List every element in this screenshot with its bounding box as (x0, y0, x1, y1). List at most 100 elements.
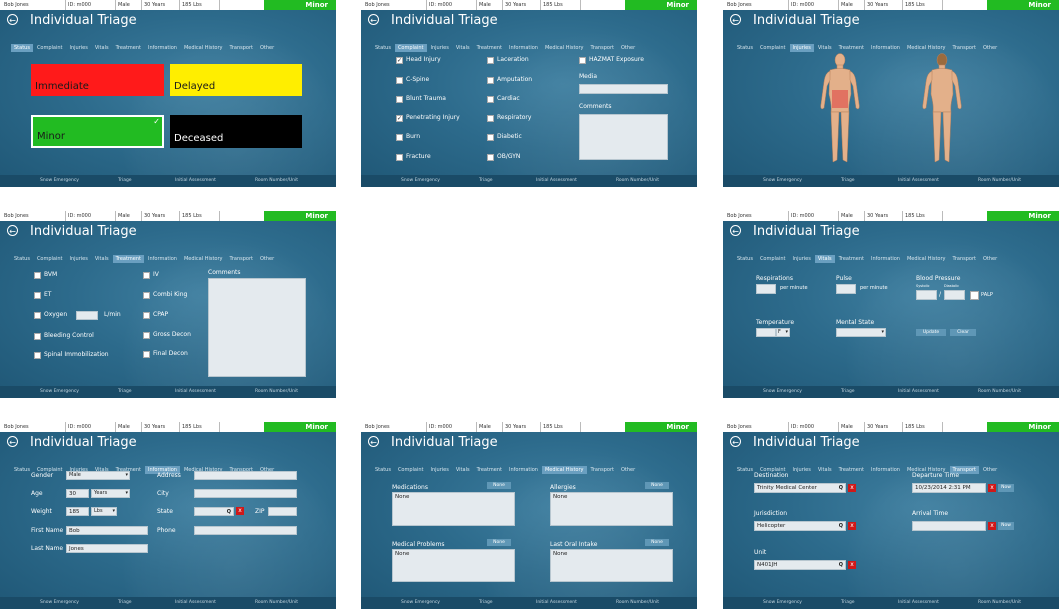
jurisdiction-field[interactable]: Helicopter Q (754, 521, 846, 531)
body-back-figure[interactable] (920, 52, 964, 168)
tab-complaint[interactable]: Complaint (395, 466, 427, 474)
checkbox-combi-king[interactable] (143, 292, 150, 299)
update-button[interactable]: Update (916, 329, 946, 336)
checkbox-penetrating-injury[interactable]: ✓ (396, 115, 403, 122)
oral-intake-none-button[interactable]: None (645, 539, 669, 546)
media-field[interactable] (579, 84, 668, 94)
temperature-unit-dropdown[interactable]: F ▾ (776, 328, 790, 337)
search-icon[interactable]: Q (227, 509, 231, 515)
tile-immediate[interactable]: Immediate (31, 64, 164, 96)
checkbox-final-decon[interactable] (143, 351, 150, 358)
tab-treatment[interactable]: Treatment (836, 44, 867, 52)
arrival-now-button[interactable]: Now (998, 522, 1014, 530)
mental-state-dropdown[interactable]: ▾ (836, 328, 886, 337)
tab-injuries[interactable]: Injuries (67, 44, 91, 52)
clear-destination-button[interactable]: x (848, 484, 856, 492)
systolic-field[interactable] (916, 290, 937, 300)
weight-unit-dropdown[interactable]: Lbs ▾ (91, 507, 117, 516)
back-icon[interactable]: ← (730, 14, 741, 25)
tab-vitals[interactable]: Vitals (815, 44, 835, 52)
tab-complaint[interactable]: Complaint (34, 44, 66, 52)
phone-field[interactable] (194, 526, 297, 535)
checkbox-c-spine[interactable] (396, 77, 403, 84)
tab-treatment[interactable]: Treatment (474, 466, 505, 474)
back-icon[interactable]: ← (730, 225, 741, 236)
clear-button[interactable]: Clear (950, 329, 976, 336)
back-icon[interactable]: ← (730, 436, 741, 447)
checkbox-ob-gyn[interactable] (487, 154, 494, 161)
checkbox-fracture[interactable] (396, 154, 403, 161)
checkbox-laceration[interactable] (487, 57, 494, 64)
state-field[interactable]: Q (194, 507, 234, 516)
tab-injuries[interactable]: Injuries (428, 44, 452, 52)
clear-unit-button[interactable]: x (848, 561, 856, 569)
tab-information[interactable]: Information (868, 255, 903, 263)
checkbox-cardiac[interactable] (487, 96, 494, 103)
back-icon[interactable]: ← (7, 14, 18, 25)
injury-region[interactable] (832, 90, 848, 108)
checkbox-burn[interactable] (396, 134, 403, 141)
search-icon[interactable]: Q (839, 485, 843, 491)
clear-jurisdiction-button[interactable]: x (848, 522, 856, 530)
checkbox-hazmat[interactable] (579, 57, 586, 64)
tab-medical-history[interactable]: Medical History (542, 44, 587, 52)
tab-treatment[interactable]: Treatment (836, 466, 867, 474)
checkbox-palp[interactable] (970, 291, 979, 300)
tab-information[interactable]: Information (868, 466, 903, 474)
first-name-field[interactable]: Bob (66, 526, 148, 535)
tab-transport[interactable]: Transport (950, 255, 979, 263)
checkbox-gross-decon[interactable] (143, 332, 150, 339)
tab-medical-history[interactable]: Medical History (181, 255, 226, 263)
medications-none-button[interactable]: None (487, 482, 511, 489)
zip-field[interactable] (268, 507, 297, 516)
tab-complaint[interactable]: Complaint (34, 255, 66, 263)
tab-transport[interactable]: Transport (227, 255, 256, 263)
checkbox-spinal-immobilization[interactable] (34, 352, 41, 359)
comments-field[interactable] (579, 114, 668, 160)
last-oral-intake-field[interactable]: None (550, 549, 673, 582)
search-icon[interactable]: Q (839, 562, 843, 568)
tab-injuries[interactable]: Injuries (789, 44, 814, 52)
respirations-field[interactable] (756, 284, 776, 294)
allergies-field[interactable]: None (550, 492, 673, 526)
tab-injuries[interactable]: Injuries (790, 255, 814, 263)
temperature-field[interactable] (756, 328, 776, 337)
oxygen-rate-field[interactable] (76, 311, 98, 320)
problems-none-button[interactable]: None (487, 539, 511, 546)
tab-status[interactable]: Status (11, 255, 33, 263)
tab-injuries[interactable]: Injuries (790, 466, 814, 474)
tab-injuries[interactable]: Injuries (67, 255, 91, 263)
tab-vitals[interactable]: Vitals (814, 255, 835, 263)
tab-medical-history[interactable]: Medical History (904, 44, 949, 52)
tab-transport[interactable]: Transport (950, 44, 979, 52)
tab-status[interactable]: Status (372, 466, 394, 474)
address-field[interactable] (194, 471, 297, 480)
tab-treatment[interactable]: Treatment (112, 255, 145, 263)
clear-arrival-button[interactable]: x (988, 522, 996, 530)
tab-information[interactable]: Information (145, 44, 180, 52)
tab-transport[interactable]: Transport (588, 44, 617, 52)
tab-complaint[interactable]: Complaint (757, 44, 789, 52)
checkbox-diabetic[interactable] (487, 134, 494, 141)
tab-status[interactable]: Status (734, 466, 756, 474)
weight-field[interactable]: 185 (66, 507, 89, 516)
tab-treatment[interactable]: Treatment (474, 44, 505, 52)
checkbox-bleeding-control[interactable] (34, 333, 41, 340)
tile-minor[interactable]: Minor ✓ (31, 115, 164, 148)
tab-other[interactable]: Other (980, 255, 1000, 263)
arrival-time-field[interactable] (912, 521, 986, 531)
tab-vitals[interactable]: Vitals (92, 255, 112, 263)
tab-information[interactable]: Information (145, 255, 180, 263)
tab-transport[interactable]: Transport (588, 466, 617, 474)
tab-vitals[interactable]: Vitals (453, 466, 473, 474)
age-field[interactable]: 30 (66, 489, 89, 498)
tab-vitals[interactable]: Vitals (815, 466, 835, 474)
tile-deceased[interactable]: Deceased (170, 115, 302, 148)
checkbox-iv[interactable] (143, 272, 150, 279)
last-name-field[interactable]: Jones (66, 544, 148, 553)
back-icon[interactable]: ← (368, 14, 379, 25)
medical-problems-field[interactable]: None (392, 549, 515, 582)
checkbox-respiratory[interactable] (487, 115, 494, 122)
tab-status[interactable]: Status (372, 44, 394, 52)
departure-time-field[interactable]: 10/23/2014 2:31 PM (912, 483, 986, 493)
